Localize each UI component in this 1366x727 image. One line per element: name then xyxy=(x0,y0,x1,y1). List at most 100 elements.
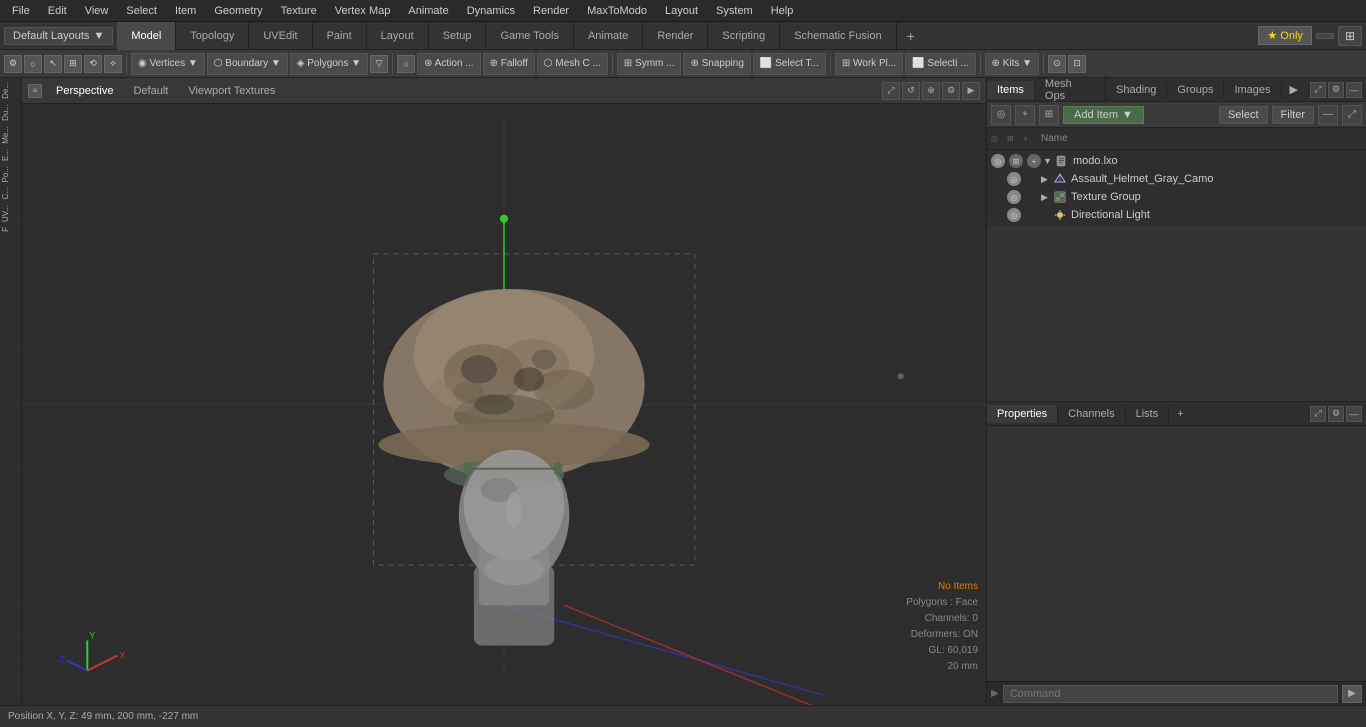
item-helmet[interactable]: ◎ ▶ Assault_Helmet_Gray_Camo xyxy=(1003,170,1366,188)
tab-layout[interactable]: Layout xyxy=(367,22,429,50)
tab-render[interactable]: Render xyxy=(643,22,708,50)
menu-file[interactable]: File xyxy=(4,3,38,19)
toolbar-viewport-icon[interactable]: ○ xyxy=(24,55,42,73)
toolbar-select-t-btn[interactable]: ⬜ Select T... xyxy=(753,53,826,75)
toolbar-action-btn[interactable]: ⊛ Action ... xyxy=(417,53,481,75)
viewport-settings-icon[interactable]: ⚙ xyxy=(942,82,960,100)
menu-animate[interactable]: Animate xyxy=(400,3,456,19)
tab-topology[interactable]: Topology xyxy=(176,22,249,50)
tab-game-tools[interactable]: Game Tools xyxy=(486,22,574,50)
menu-select[interactable]: Select xyxy=(118,3,165,19)
panel-tab-scroll-right[interactable]: ▶ xyxy=(1282,80,1306,99)
toolbar-selecti-btn[interactable]: ⬜ Selecti ... xyxy=(905,53,975,75)
toolbar-transform-icon[interactable]: ⊞ xyxy=(64,55,82,73)
menu-layout[interactable]: Layout xyxy=(657,3,706,19)
menu-system[interactable]: System xyxy=(708,3,761,19)
prop-close-icon[interactable]: — xyxy=(1346,406,1362,422)
prop-tab-channels[interactable]: Channels xyxy=(1058,405,1125,423)
panel-tab-groups[interactable]: Groups xyxy=(1167,81,1224,99)
sidebar-btn-de[interactable]: De... xyxy=(1,80,21,101)
viewport-canvas[interactable]: X Y Z xyxy=(22,104,986,705)
menu-item[interactable]: Item xyxy=(167,3,204,19)
menu-render[interactable]: Render xyxy=(525,3,577,19)
tab-scripting[interactable]: Scripting xyxy=(708,22,780,50)
menu-texture[interactable]: Texture xyxy=(273,3,325,19)
viewport[interactable]: ≡ Perspective Default Viewport Textures … xyxy=(22,78,986,705)
item-vis-2-icon[interactable]: ⊞ xyxy=(1009,154,1023,168)
sidebar-btn-f[interactable]: F xyxy=(1,225,21,234)
tab-animate[interactable]: Animate xyxy=(574,22,643,50)
layout-expand-button[interactable]: ⊞ xyxy=(1338,26,1362,46)
toolbar-polygons-btn[interactable]: ◈ Polygons ▼ xyxy=(290,53,368,75)
toolbar-snapping-btn[interactable]: ⊕ Snapping xyxy=(683,53,750,75)
layout-only-button[interactable] xyxy=(1316,33,1334,39)
command-input[interactable] xyxy=(1003,685,1338,703)
menu-maxtomodo[interactable]: MaxToModo xyxy=(579,3,655,19)
item-vis-eye-icon[interactable]: ◎ xyxy=(991,154,1005,168)
viewport-expand-icon[interactable]: ▶ xyxy=(962,82,980,100)
toolbar-scale-icon[interactable]: ⟡ xyxy=(104,55,122,73)
viewport-zoom-icon[interactable]: ⊕ xyxy=(922,82,940,100)
menu-geometry[interactable]: Geometry xyxy=(206,3,270,19)
item-dir-light[interactable]: ◎ Directional Light xyxy=(1003,206,1366,224)
menu-vertex-map[interactable]: Vertex Map xyxy=(327,3,399,19)
toolbar-settings-icon[interactable]: ⚙ xyxy=(4,55,22,73)
toolbar-mode-icon[interactable]: ▽ xyxy=(370,55,388,73)
items-add-icon[interactable]: + xyxy=(1015,105,1035,125)
toolbar-falloff-btn[interactable]: ⊕ Falloff xyxy=(483,53,535,75)
sidebar-btn-du[interactable]: Du... xyxy=(1,102,21,123)
command-exec-button[interactable]: ▶ xyxy=(1342,685,1362,703)
panel-close-icon[interactable]: — xyxy=(1346,82,1362,98)
items-select-button[interactable]: Select xyxy=(1219,106,1268,124)
layout-add-tab[interactable]: + xyxy=(897,24,925,48)
toolbar-select-icon[interactable]: ↖ xyxy=(44,55,62,73)
panel-settings-icon[interactable]: ⚙ xyxy=(1328,82,1344,98)
viewport-perspective-tab[interactable]: Perspective xyxy=(50,83,119,99)
tab-model[interactable]: Model xyxy=(117,22,176,50)
viewport-nav-icon[interactable]: ⤢ xyxy=(882,82,900,100)
layout-star-button[interactable]: ★ Only xyxy=(1258,26,1312,45)
viewport-default-tab[interactable]: Default xyxy=(127,83,174,99)
menu-view[interactable]: View xyxy=(77,3,117,19)
toolbar-symm-btn[interactable]: ⊞ Symm ... xyxy=(617,53,682,75)
tab-setup[interactable]: Setup xyxy=(429,22,487,50)
item-helmet-vis-icon[interactable]: ◎ xyxy=(1007,172,1021,186)
sidebar-btn-e[interactable]: E... xyxy=(1,147,21,163)
item-helmet-expand-icon[interactable]: ▶ xyxy=(1041,174,1051,185)
tab-schematic[interactable]: Schematic Fusion xyxy=(780,22,896,50)
items-filter-button[interactable]: Filter xyxy=(1272,106,1314,124)
viewport-rotate-icon[interactable]: ↺ xyxy=(902,82,920,100)
layout-dropdown[interactable]: Default Layouts ▼ xyxy=(4,27,113,45)
panel-tab-items[interactable]: Items xyxy=(987,81,1035,99)
menu-help[interactable]: Help xyxy=(763,3,802,19)
items-eye-icon[interactable]: ◎ xyxy=(991,105,1011,125)
item-expand-icon[interactable]: ▼ xyxy=(1043,156,1053,166)
items-minus-icon[interactable]: — xyxy=(1318,105,1338,125)
viewport-textures-tab[interactable]: Viewport Textures xyxy=(182,83,281,99)
panel-tab-mesh-ops[interactable]: Mesh Ops xyxy=(1035,75,1106,105)
item-texgroup-expand-icon[interactable]: ▶ xyxy=(1041,192,1051,203)
toolbar-extra1-icon[interactable]: ⊙ xyxy=(1048,55,1066,73)
prop-tab-plus[interactable]: + xyxy=(1169,405,1191,423)
panel-tab-images[interactable]: Images xyxy=(1224,81,1281,99)
prop-tab-properties[interactable]: Properties xyxy=(987,405,1058,423)
toolbar-kits-btn[interactable]: ⊕ Kits ▼ xyxy=(985,53,1040,75)
toolbar-boundary-btn[interactable]: ⬡ Boundary ▼ xyxy=(207,53,288,75)
toolbar-vertices-btn[interactable]: ◉ Vertices ▼ xyxy=(131,53,205,75)
tab-uvedit[interactable]: UVEdit xyxy=(249,22,312,50)
item-modo-lxo[interactable]: ◎ ⊞ + ▼ modo.lxo xyxy=(987,152,1366,170)
items-lock-icon[interactable]: ⊞ xyxy=(1039,105,1059,125)
items-expand-icon[interactable]: ⤢ xyxy=(1342,105,1362,125)
sidebar-btn-me[interactable]: Me... xyxy=(1,124,21,146)
sidebar-btn-uv[interactable]: UV... xyxy=(1,203,21,224)
item-texture-group[interactable]: ◎ ▶ Texture Group xyxy=(1003,188,1366,206)
menu-edit[interactable]: Edit xyxy=(40,3,75,19)
panel-expand-icon[interactable]: ⤢ xyxy=(1310,82,1326,98)
tab-paint[interactable]: Paint xyxy=(313,22,367,50)
viewport-menu-icon[interactable]: ≡ xyxy=(28,84,42,98)
add-item-button[interactable]: Add Item ▼ xyxy=(1063,106,1144,124)
prop-expand-icon[interactable]: ⤢ xyxy=(1310,406,1326,422)
prop-tab-lists[interactable]: Lists xyxy=(1126,405,1170,423)
toolbar-mesh-btn[interactable]: ⬡ Mesh C ... xyxy=(537,53,608,75)
sidebar-btn-po[interactable]: Po... xyxy=(1,164,21,184)
